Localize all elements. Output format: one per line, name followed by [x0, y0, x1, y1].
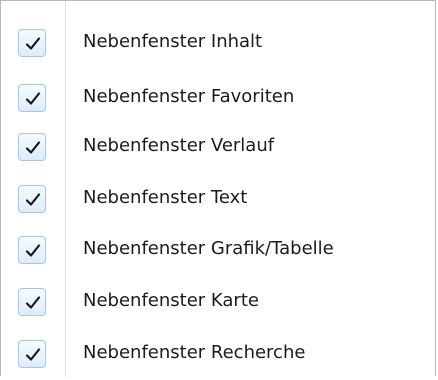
checkmark-icon: [25, 141, 41, 154]
checkbox[interactable]: [18, 236, 46, 264]
menu-item-nebenfenster-text[interactable]: Nebenfenster Text: [1, 173, 435, 225]
checkbox[interactable]: [18, 288, 46, 316]
context-menu: Nebenfenster Inhalt Nebenfenster Favorit…: [0, 0, 436, 377]
checkmark-icon: [25, 92, 41, 105]
menu-item-label: Nebenfenster Text: [83, 187, 248, 208]
menu-item-label: Nebenfenster Recherche: [83, 342, 306, 363]
checkbox[interactable]: [18, 340, 46, 368]
menu-item-label: Nebenfenster Karte: [83, 290, 259, 311]
menu-item-nebenfenster-favoriten[interactable]: Nebenfenster Favoriten: [1, 72, 435, 124]
menu-item-label: Nebenfenster Favoriten: [83, 86, 295, 107]
menu-item-label: Nebenfenster Grafik/Tabelle: [83, 238, 334, 259]
checkbox[interactable]: [18, 29, 46, 57]
menu-item-nebenfenster-recherche[interactable]: Nebenfenster Recherche: [1, 328, 435, 380]
menu-item-nebenfenster-karte[interactable]: Nebenfenster Karte: [1, 276, 435, 328]
menu-item-label: Nebenfenster Verlauf: [83, 135, 275, 156]
checkmark-icon: [25, 244, 41, 257]
menu-item-nebenfenster-grafik-tabelle[interactable]: Nebenfenster Grafik/Tabelle: [1, 224, 435, 276]
checkbox[interactable]: [18, 133, 46, 161]
menu-item-nebenfenster-inhalt[interactable]: Nebenfenster Inhalt: [1, 17, 435, 69]
checkbox[interactable]: [18, 185, 46, 213]
checkmark-icon: [25, 37, 41, 50]
checkmark-icon: [25, 193, 41, 206]
menu-item-label: Nebenfenster Inhalt: [83, 31, 263, 52]
checkbox[interactable]: [18, 84, 46, 112]
checkmark-icon: [25, 348, 41, 361]
menu-item-nebenfenster-verlauf[interactable]: Nebenfenster Verlauf: [1, 121, 435, 173]
checkmark-icon: [25, 296, 41, 309]
